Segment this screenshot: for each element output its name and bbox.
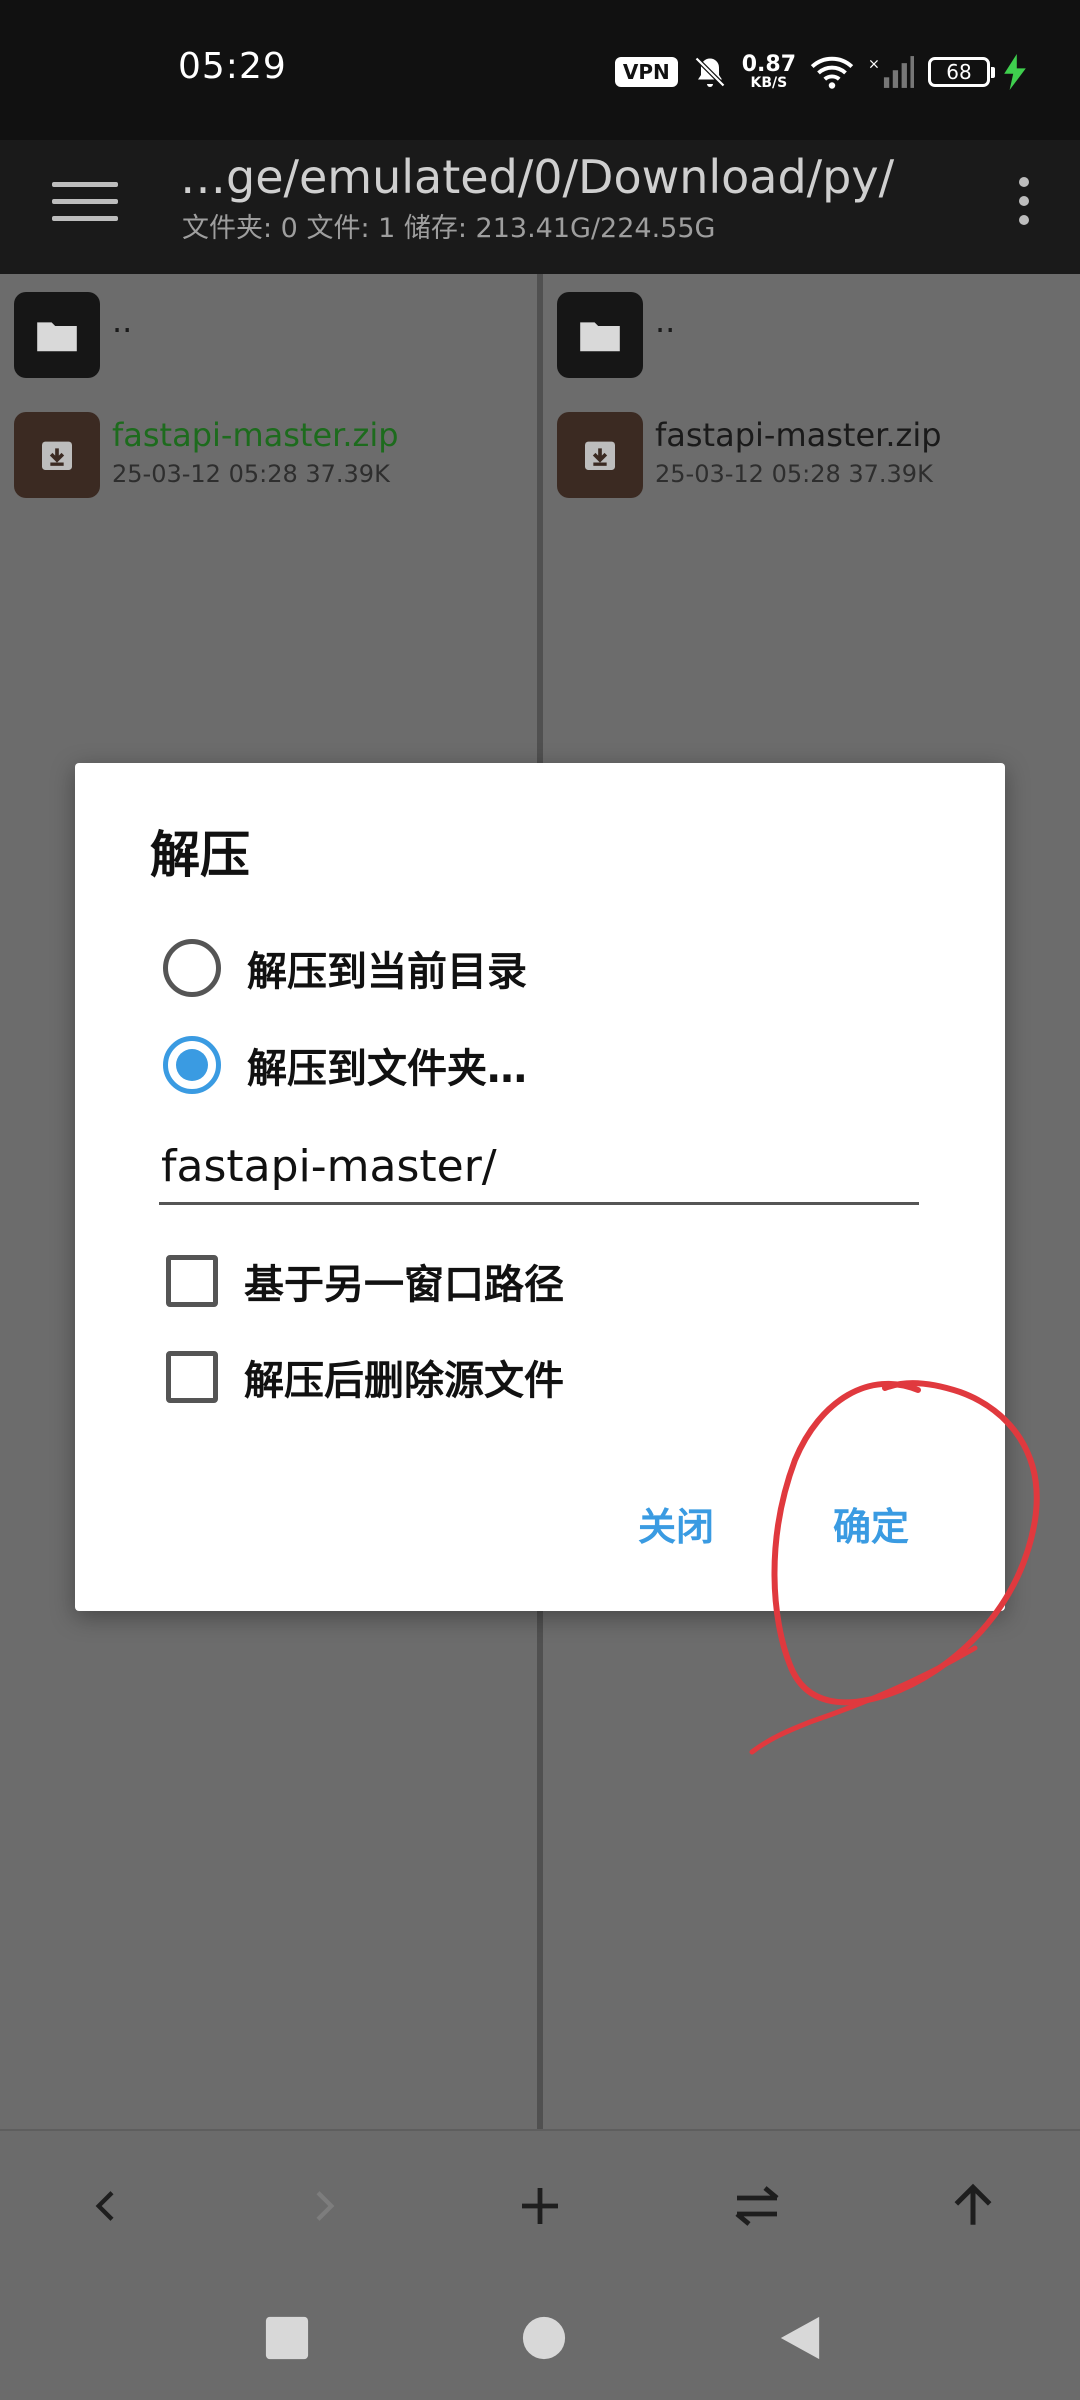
checkbox-icon[interactable]	[166, 1351, 218, 1403]
file-name: fastapi-master.zip	[112, 416, 399, 454]
screen: 05:29 VPN 0.87 KB/S × 68 …ge/emulated/0/…	[0, 0, 1080, 2400]
forward-button[interactable]	[278, 2161, 368, 2251]
chevron-right-icon	[316, 2191, 335, 2221]
checkbox-delete-source[interactable]: 解压后删除源文件	[163, 1342, 564, 1412]
chevron-left-icon	[95, 2191, 114, 2221]
radio-extract-folder[interactable]: 解压到文件夹…	[163, 1030, 527, 1100]
list-item-parent[interactable]: ..	[543, 292, 1080, 392]
checkbox-icon[interactable]	[166, 1255, 218, 1307]
circle-icon	[522, 2316, 566, 2360]
swap-panes-button[interactable]	[712, 2161, 802, 2251]
radio-unchecked-icon[interactable]	[163, 939, 221, 997]
current-path: …ge/emulated/0/Download/py/	[180, 150, 895, 204]
file-meta: 25-03-12 05:28 37.39K	[112, 460, 390, 488]
up-button[interactable]	[928, 2161, 1018, 2251]
file-name: fastapi-master.zip	[655, 416, 942, 454]
checkbox-label: 基于另一窗口路径	[244, 1262, 564, 1308]
extract-dialog: 解压 解压到当前目录 解压到文件夹… 基于另一窗口路径 解压后删除源文件 关闭 …	[75, 763, 1005, 1611]
charging-bolt-icon	[1004, 54, 1026, 90]
add-button[interactable]	[495, 2161, 585, 2251]
square-icon	[265, 2316, 309, 2360]
arrow-up-icon	[954, 2183, 992, 2225]
dialog-title: 解压	[150, 826, 250, 884]
hamburger-icon[interactable]	[52, 168, 118, 234]
app-toolbar: …ge/emulated/0/Download/py/ 文件夹: 0 文件: 1…	[0, 140, 1080, 274]
recents-button[interactable]	[242, 2293, 332, 2383]
bottom-toolbar	[0, 2129, 1080, 2279]
radio-label: 解压到文件夹…	[247, 1046, 527, 1092]
status-bar: 05:29 VPN 0.87 KB/S × 68	[0, 0, 1080, 140]
parent-dir-label: ..	[655, 302, 676, 340]
folder-icon	[557, 292, 643, 378]
battery-icon: 68	[928, 57, 995, 87]
clock: 05:29	[178, 46, 287, 87]
bell-muted-icon	[694, 56, 725, 88]
kebab-icon[interactable]	[1004, 168, 1044, 234]
plus-icon	[522, 2188, 558, 2224]
home-button[interactable]	[499, 2293, 589, 2383]
confirm-button[interactable]: 确定	[815, 1485, 927, 1561]
triangle-back-icon	[780, 2316, 820, 2360]
wifi-icon	[810, 56, 854, 89]
back-button[interactable]	[62, 2161, 152, 2251]
radio-extract-current[interactable]: 解压到当前目录	[163, 933, 527, 1003]
list-item-file[interactable]: fastapi-master.zip 25-03-12 05:28 37.39K	[543, 412, 1080, 512]
archive-icon	[14, 412, 100, 498]
list-item-parent[interactable]: ..	[0, 292, 537, 392]
back-nav-button[interactable]	[755, 2293, 845, 2383]
checkbox-other-window-path[interactable]: 基于另一窗口路径	[163, 1246, 564, 1316]
network-speed: 0.87 KB/S	[741, 52, 796, 91]
folder-name-field[interactable]	[159, 1133, 919, 1205]
checkbox-label: 解压后删除源文件	[244, 1358, 564, 1404]
parent-dir-label: ..	[112, 302, 133, 340]
radio-label: 解压到当前目录	[247, 949, 527, 995]
list-item-file[interactable]: fastapi-master.zip 25-03-12 05:28 37.39K	[0, 412, 537, 512]
close-button[interactable]: 关闭	[620, 1485, 732, 1561]
signal-icon: ×	[868, 56, 914, 88]
vpn-badge: VPN	[614, 57, 678, 87]
system-nav-bar	[0, 2279, 1080, 2400]
battery-level: 68	[946, 60, 972, 84]
folder-name-input[interactable]	[159, 1133, 919, 1199]
status-icons: VPN 0.87 KB/S × 68	[614, 48, 1026, 96]
radio-checked-icon[interactable]	[163, 1036, 221, 1094]
storage-info: 文件夹: 0 文件: 1 储存: 213.41G/224.55G	[182, 213, 716, 244]
archive-icon	[557, 412, 643, 498]
svg-text:×: ×	[868, 56, 880, 72]
file-meta: 25-03-12 05:28 37.39K	[655, 460, 933, 488]
swap-icon	[735, 2186, 779, 2226]
folder-icon	[14, 292, 100, 378]
